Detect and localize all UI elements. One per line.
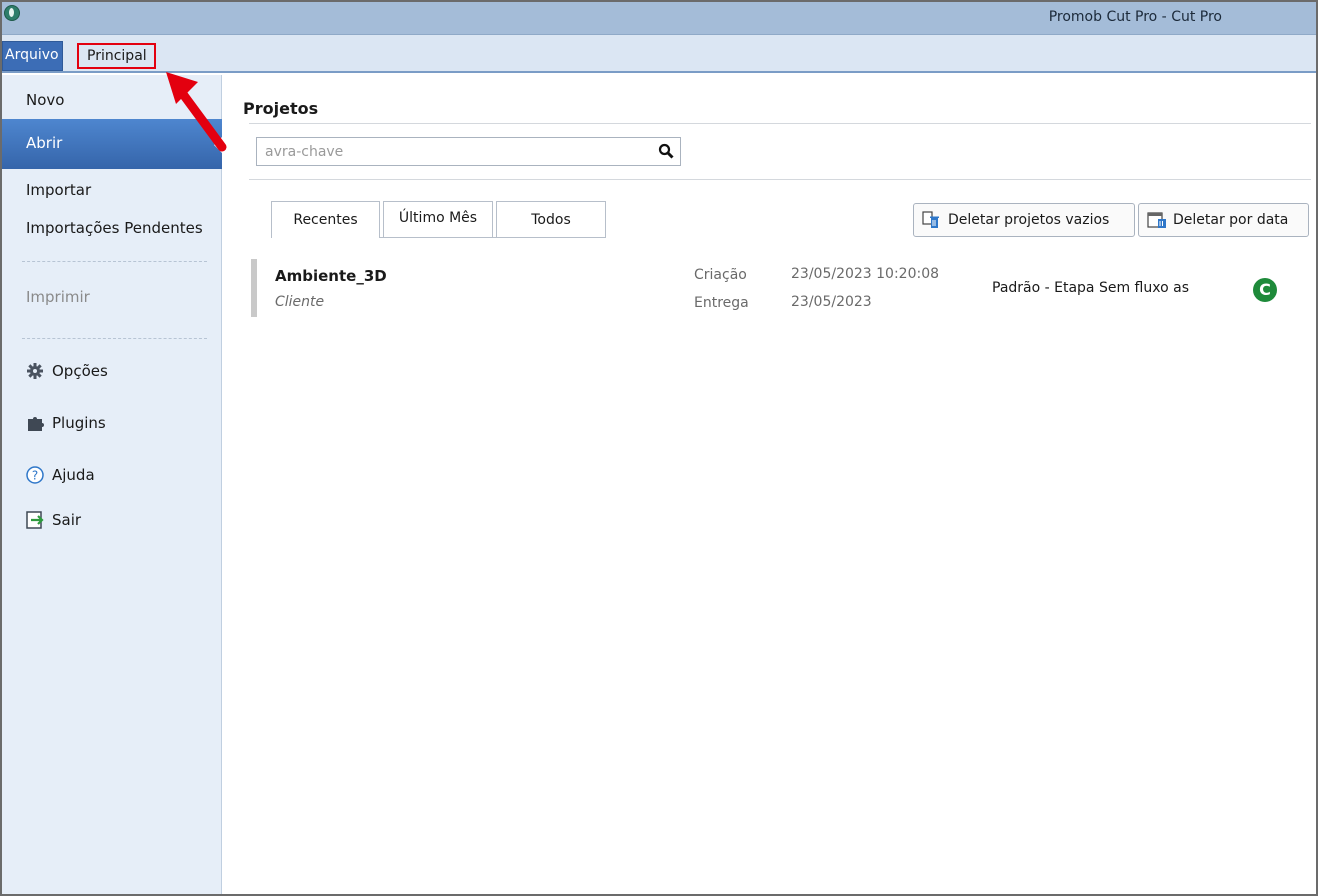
sidebar-divider xyxy=(22,338,207,339)
sidebar-item-label: Plugins xyxy=(52,414,106,432)
sidebar-item-opcoes[interactable]: Opções xyxy=(26,362,108,380)
delete-by-date-button[interactable]: Deletar por data xyxy=(1138,203,1309,237)
created-value: 23/05/2023 10:20:08 xyxy=(791,266,940,282)
calendar-delete-icon xyxy=(1147,211,1166,229)
sidebar-item-label: Imprimir xyxy=(26,288,90,306)
gear-icon xyxy=(26,362,44,380)
sidebar-item-abrir[interactable]: Abrir xyxy=(2,119,223,169)
title-divider xyxy=(249,123,1311,124)
search-field[interactable] xyxy=(256,137,681,166)
sidebar-item-label: Novo xyxy=(26,91,65,109)
sidebar-item-sair[interactable]: Sair xyxy=(26,511,81,529)
window-title: Promob Cut Pro - Cut Pro xyxy=(1048,9,1222,25)
status-badge: C xyxy=(1253,278,1277,302)
sidebar-item-label: Importações Pendentes xyxy=(26,219,203,237)
puzzle-icon xyxy=(26,414,44,432)
delete-files-icon xyxy=(922,211,940,229)
project-name: Ambiente_3D xyxy=(275,267,387,285)
delete-empty-projects-button[interactable]: Deletar projetos vazios xyxy=(913,203,1135,237)
delete-empty-projects-label: Deletar projetos vazios xyxy=(948,212,1110,228)
delivery-value: 23/05/2023 xyxy=(791,294,872,310)
page-title: Projetos xyxy=(243,99,319,118)
tab-recentes[interactable]: Recentes xyxy=(271,201,380,238)
delete-by-date-label: Deletar por data xyxy=(1173,212,1289,228)
sidebar-item-importacoes-pendentes[interactable]: Importações Pendentes xyxy=(26,219,203,237)
project-row[interactable]: Ambiente_3D Cliente Criação 23/05/2023 1… xyxy=(251,259,1311,319)
search-input[interactable] xyxy=(265,142,645,162)
sidebar-item-imprimir: Imprimir xyxy=(26,288,90,306)
projects-panel: Projetos Recentes Último Mês Todos xyxy=(223,75,1316,894)
file-sidebar: Novo Abrir Importar Importações Pendente… xyxy=(2,75,223,894)
sidebar-item-plugins[interactable]: Plugins xyxy=(26,414,106,432)
search-icon[interactable] xyxy=(658,143,674,159)
title-bar: Promob Cut Pro - Cut Pro xyxy=(2,2,1316,35)
workflow-status: Padrão - Etapa Sem fluxo as xyxy=(992,280,1189,296)
sidebar-item-label: Ajuda xyxy=(52,466,95,484)
delivery-label: Entrega xyxy=(694,295,749,311)
created-label: Criação xyxy=(694,267,747,283)
sidebar-item-label: Sair xyxy=(52,511,82,529)
sidebar-item-importar[interactable]: Importar xyxy=(26,181,91,199)
menu-principal[interactable]: Principal xyxy=(77,43,156,69)
sidebar-item-label: Importar xyxy=(26,181,92,199)
sidebar-item-ajuda[interactable]: ? Ajuda xyxy=(26,466,95,484)
app-logo-icon[interactable] xyxy=(4,5,20,21)
sidebar-item-label: Abrir xyxy=(26,134,63,152)
sidebar-divider xyxy=(22,261,207,262)
project-client: Cliente xyxy=(275,294,325,310)
svg-text:?: ? xyxy=(32,469,38,483)
menu-arquivo[interactable]: Arquivo xyxy=(2,41,63,71)
tab-todos[interactable]: Todos xyxy=(496,201,606,237)
tab-ultimo-mes[interactable]: Último Mês xyxy=(383,201,493,237)
sidebar-item-label: Opções xyxy=(52,362,108,380)
menu-bar: Arquivo Principal xyxy=(2,35,1316,73)
exit-icon xyxy=(26,511,44,529)
app-window: Promob Cut Pro - Cut Pro Arquivo Princip… xyxy=(0,0,1318,896)
sidebar-item-novo[interactable]: Novo xyxy=(26,91,64,109)
row-marker xyxy=(251,259,257,317)
search-divider xyxy=(249,179,1311,180)
help-icon: ? xyxy=(26,466,44,484)
